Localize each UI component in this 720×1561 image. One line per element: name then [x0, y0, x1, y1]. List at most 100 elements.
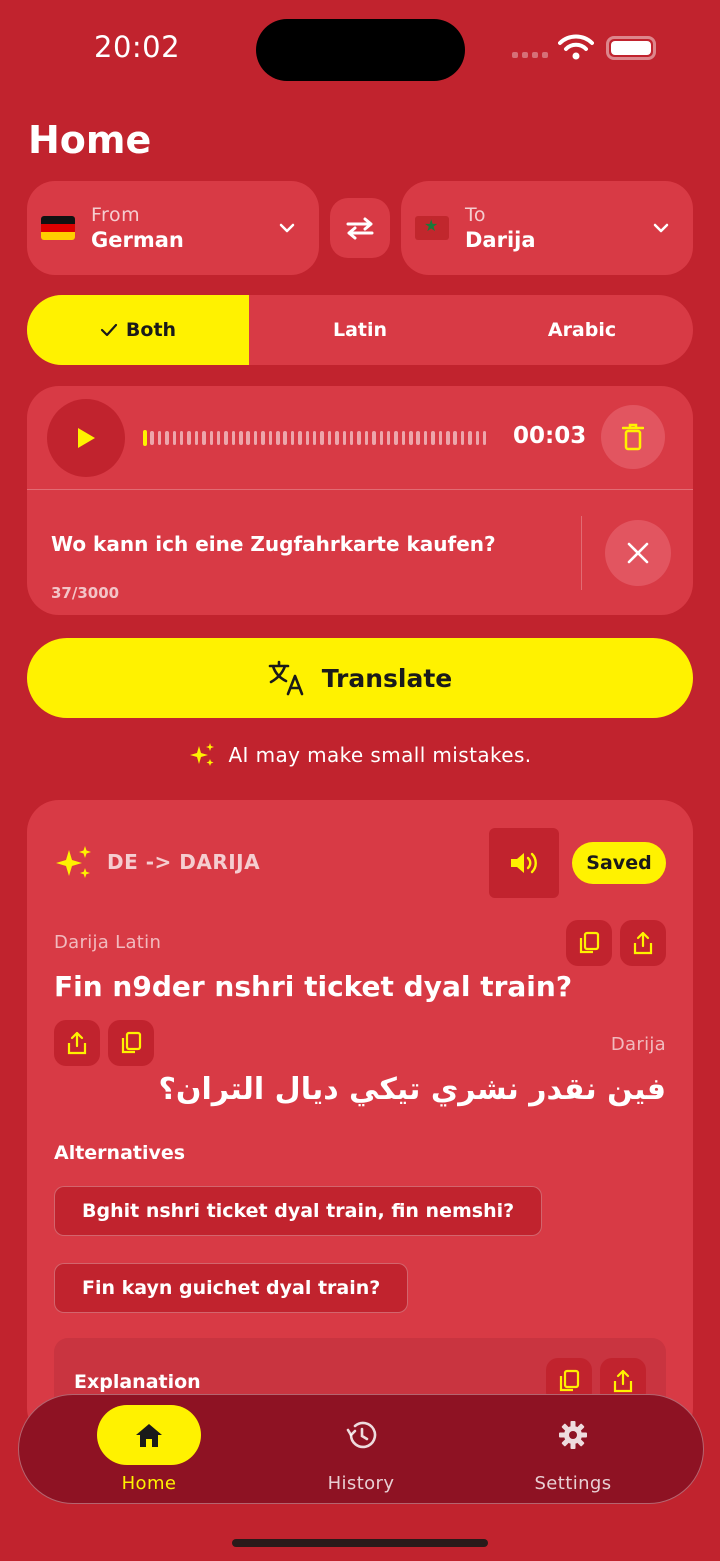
divider	[27, 489, 693, 490]
ai-disclaimer: AI may make small mistakes.	[0, 742, 720, 768]
gear-icon	[559, 1421, 587, 1449]
latin-translation: Fin n9der nshri ticket dyal train?	[54, 970, 573, 1003]
waveform-bar	[327, 431, 332, 445]
play-icon	[78, 428, 95, 448]
check-icon	[100, 323, 118, 337]
language-pair-label: DE -> DARIJA	[107, 850, 261, 874]
translate-icon	[268, 660, 304, 696]
audio-waveform[interactable]	[143, 428, 487, 448]
source-text-input[interactable]: Wo kann ich eine Zugfahrkarte kaufen?	[51, 532, 496, 556]
sparkle-icon	[190, 743, 215, 766]
copy-icon	[579, 931, 600, 954]
status-time: 20:02	[94, 30, 181, 64]
translate-button[interactable]: Translate	[27, 638, 693, 718]
history-icon	[346, 1421, 377, 1449]
waveform-bar	[276, 431, 280, 445]
nav-history[interactable]: History	[281, 1395, 441, 1505]
from-language-selector[interactable]: From German	[27, 181, 319, 275]
morocco-flag-icon	[415, 216, 449, 240]
trash-icon	[622, 423, 644, 451]
camera-notch	[256, 19, 465, 81]
saved-badge[interactable]: Saved	[572, 842, 666, 884]
waveform-bar	[342, 431, 347, 445]
translate-label: Translate	[321, 663, 453, 693]
waveform-bar	[143, 430, 147, 446]
waveform-bar	[209, 431, 214, 445]
page-title: Home	[28, 118, 152, 162]
waveform-bar	[216, 431, 221, 445]
share-icon	[67, 1031, 87, 1055]
waveform-bar	[468, 431, 472, 445]
alternative-item[interactable]: Fin kayn guichet dyal train?	[54, 1263, 409, 1313]
chevron-down-icon	[279, 223, 295, 233]
divider	[581, 516, 582, 590]
swap-languages-button[interactable]	[330, 198, 390, 258]
waveform-bar	[372, 431, 376, 445]
waveform-bar	[150, 431, 154, 445]
waveform-bar	[460, 431, 465, 445]
waveform-bar	[253, 431, 258, 445]
share-icon	[633, 931, 653, 955]
copy-icon	[559, 1369, 580, 1392]
waveform-bar	[409, 431, 413, 445]
home-indicator	[232, 1539, 488, 1547]
copy-latin-button[interactable]	[566, 920, 612, 966]
nav-settings[interactable]: Settings	[493, 1395, 653, 1505]
waveform-bar	[165, 431, 169, 445]
waveform-bar	[305, 431, 310, 445]
to-label: To	[465, 204, 487, 226]
wifi-icon	[558, 34, 594, 60]
waveform-bar	[246, 431, 250, 445]
cellular-signal-icon	[512, 52, 548, 58]
waveform-bar	[202, 431, 206, 445]
toggle-latin[interactable]: Latin	[249, 295, 471, 365]
character-counter: 37/3000	[51, 584, 120, 602]
waveform-bar	[379, 431, 383, 445]
share-icon	[613, 1369, 633, 1393]
speak-translation-button[interactable]	[489, 828, 559, 898]
bottom-navigation: Home History Settings	[18, 1394, 704, 1504]
waveform-bar	[482, 431, 487, 445]
germany-flag-icon	[41, 216, 75, 240]
play-audio-button[interactable]	[47, 399, 125, 477]
toggle-arabic-label: Arabic	[547, 319, 617, 341]
nav-home[interactable]: Home	[69, 1395, 229, 1505]
waveform-bar	[357, 431, 361, 445]
darija-arabic-label: Darija	[610, 1034, 666, 1055]
waveform-bar	[283, 431, 287, 445]
waveform-bar	[416, 431, 420, 445]
waveform-bar	[386, 431, 391, 445]
waveform-bar	[364, 431, 369, 445]
copy-arabic-button[interactable]	[108, 1020, 154, 1066]
swap-icon	[346, 217, 374, 240]
alternatives-title: Alternatives	[54, 1142, 186, 1164]
copy-icon	[121, 1031, 142, 1054]
translation-result-card: DE -> DARIJA Saved Darija Latin Fin n9de…	[27, 800, 693, 1440]
waveform-bar	[224, 431, 228, 445]
waveform-bar	[312, 431, 317, 445]
waveform-bar	[475, 431, 480, 445]
to-language-selector[interactable]: To Darija	[401, 181, 693, 275]
explanation-title: Explanation	[74, 1371, 201, 1393]
share-latin-button[interactable]	[620, 920, 666, 966]
darija-latin-label: Darija Latin	[54, 932, 162, 953]
close-icon	[627, 542, 649, 564]
sparkle-icon	[56, 846, 91, 878]
waveform-bar	[157, 431, 162, 445]
waveform-bar	[438, 431, 443, 445]
waveform-bar	[431, 431, 435, 445]
toggle-latin-label: Latin	[332, 319, 388, 341]
alternative-item[interactable]: Bghit nshri ticket dyal train, fin nemsh…	[54, 1186, 543, 1236]
clear-text-button[interactable]	[605, 520, 671, 586]
waveform-bar	[172, 431, 177, 445]
toggle-arabic[interactable]: Arabic	[471, 295, 693, 365]
disclaimer-text: AI may make small mistakes.	[228, 743, 532, 767]
waveform-bar	[401, 431, 406, 445]
waveform-bar	[394, 431, 398, 445]
to-language-value: Darija	[465, 228, 536, 252]
share-arabic-button[interactable]	[54, 1020, 100, 1066]
toggle-both[interactable]: Both	[27, 295, 249, 365]
waveform-bar	[335, 431, 339, 445]
waveform-bar	[179, 431, 184, 445]
delete-recording-button[interactable]	[601, 405, 665, 469]
